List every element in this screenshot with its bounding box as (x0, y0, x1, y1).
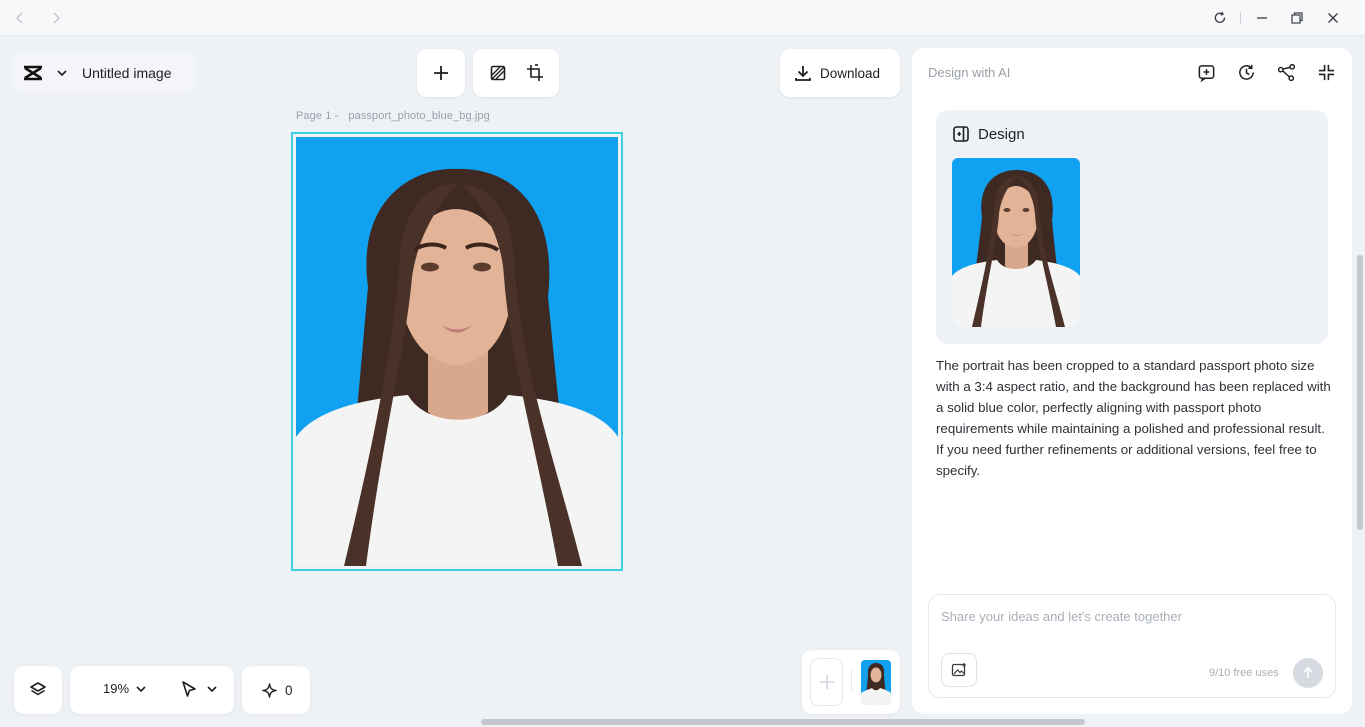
add-page-button[interactable] (810, 658, 843, 706)
minimize-icon (1257, 17, 1267, 19)
refresh-icon (1214, 11, 1226, 24)
send-button[interactable] (1293, 658, 1323, 688)
share-nodes-icon (1277, 63, 1295, 81)
share-button[interactable] (1274, 60, 1298, 84)
chevron-left-icon (15, 12, 23, 24)
collapse-icon (1318, 64, 1334, 80)
crop-resize-icon (526, 64, 543, 81)
close-icon (1328, 13, 1338, 23)
prompt-input[interactable] (941, 609, 1321, 624)
close-button[interactable] (1323, 8, 1343, 28)
credits-count: 0 (285, 682, 293, 698)
chevron-down-icon (207, 686, 217, 693)
collapse-panel-button[interactable] (1314, 60, 1338, 84)
page-label: Page 1 - passport_photo_blue_bg.jpg (296, 110, 500, 122)
edit-tools-group (473, 49, 559, 97)
resize-button[interactable] (526, 64, 544, 82)
pages-strip (802, 650, 900, 714)
zoom-dropdown[interactable]: 19% (103, 681, 147, 696)
select-tool-dropdown[interactable] (180, 680, 218, 698)
credits-button[interactable]: 0 (242, 666, 310, 714)
back-button[interactable] (10, 8, 30, 28)
pointer-icon (182, 681, 196, 697)
thumbnail-portrait (952, 170, 1080, 327)
panel-title: Design with AI (928, 65, 1011, 80)
restore-button[interactable] (1287, 8, 1307, 28)
chevron-down-icon (136, 685, 146, 692)
zoom-and-tools-group: 19% (70, 666, 234, 714)
layers-icon (30, 682, 46, 696)
document-title[interactable]: Untitled image (82, 65, 172, 81)
download-icon (795, 66, 811, 81)
zoom-level: 19% (103, 681, 130, 696)
design-result-card[interactable]: Design (936, 110, 1328, 344)
ai-response-message: The portrait has been cropped to a stand… (936, 358, 1331, 478)
file-name-label[interactable]: passport_photo_blue_bg.jpg (348, 110, 489, 122)
passport-photo[interactable] (296, 137, 618, 566)
chevron-right-icon (53, 12, 61, 24)
new-chat-icon (1198, 64, 1214, 82)
forward-button[interactable] (46, 8, 66, 28)
sparkle-icon (262, 682, 277, 698)
add-element-button[interactable] (417, 49, 465, 97)
free-uses-counter: 9/10 free uses (1209, 667, 1279, 679)
horizontal-scrollbar[interactable] (481, 719, 1085, 725)
arrow-up-icon (1303, 666, 1313, 678)
vertical-scrollbar[interactable] (1357, 255, 1363, 530)
document-menu[interactable]: Untitled image (12, 52, 195, 94)
page-thumbnail[interactable] (861, 660, 891, 705)
design-thumbnail[interactable] (952, 158, 1080, 327)
panel-toolbar (1194, 60, 1338, 84)
image-upload-icon (951, 663, 966, 677)
layers-button[interactable] (14, 666, 62, 714)
restore-icon (1291, 12, 1303, 24)
prompt-composer: 9/10 free uses (928, 594, 1336, 698)
new-chat-button[interactable] (1194, 60, 1218, 84)
chevron-down-icon (57, 70, 67, 77)
download-label: Download (820, 65, 881, 81)
history-button[interactable] (1234, 60, 1258, 84)
plus-icon (434, 66, 448, 80)
plus-icon (819, 675, 834, 689)
design-doc-icon (953, 126, 969, 142)
titlebar-divider (1240, 12, 1241, 24)
capcut-logo-icon (24, 65, 42, 81)
page-number-label: Page 1 - (296, 110, 339, 122)
refresh-button[interactable] (1210, 8, 1230, 28)
attach-image-button[interactable] (941, 653, 977, 687)
portrait-illustration (296, 168, 618, 566)
thumbnail-portrait (861, 663, 891, 705)
history-icon (1238, 64, 1254, 80)
design-card-title: Design (978, 125, 1025, 143)
design-card-header: Design (952, 125, 1025, 143)
title-bar (0, 0, 1365, 36)
ai-design-panel: Design with AI Design The portrait has b… (912, 48, 1352, 714)
download-button[interactable]: Download (780, 49, 900, 97)
canvas-selection-frame[interactable] (291, 132, 623, 571)
background-pattern-icon (490, 65, 505, 81)
strip-divider (851, 670, 852, 692)
minimize-button[interactable] (1252, 8, 1272, 28)
background-button[interactable] (489, 64, 507, 82)
